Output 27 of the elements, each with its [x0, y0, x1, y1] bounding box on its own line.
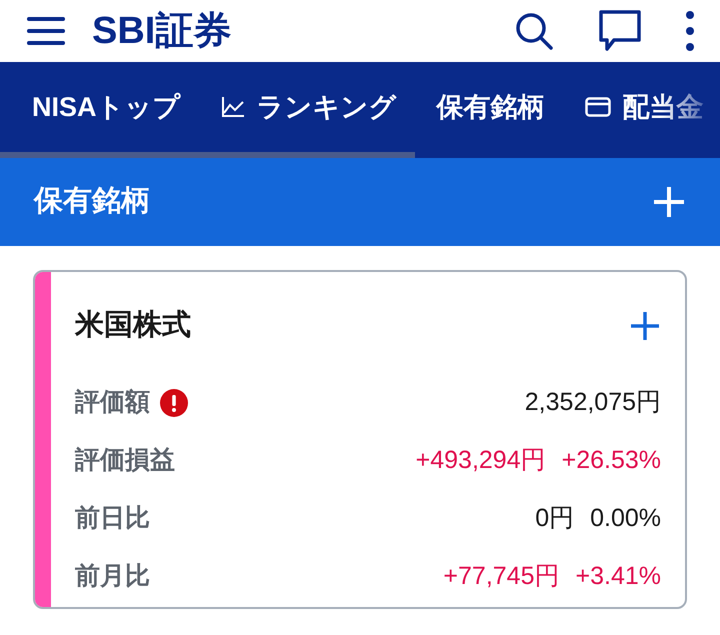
row-value: +26.53%: [562, 444, 661, 476]
row-value: +493,294円: [416, 444, 546, 476]
warning-icon[interactable]: [160, 388, 188, 416]
section-title: 保有銘柄: [34, 184, 150, 220]
nav-tab[interactable]: 保有銘柄: [436, 86, 545, 128]
nav-tab[interactable]: NISAトップ: [32, 86, 181, 128]
row-value: 0.00%: [590, 502, 661, 534]
chat-icon[interactable]: [598, 9, 642, 53]
nav-tab[interactable]: ランキング: [220, 86, 397, 128]
row-label: 前月比: [75, 560, 150, 592]
logo: SBI証券: [92, 12, 232, 50]
nav-tab[interactable]: 配当金: [584, 86, 704, 128]
row-value: 0円: [535, 502, 574, 534]
search-icon[interactable]: [514, 11, 554, 51]
row-label: 前日比: [75, 502, 150, 534]
row-value: +77,745円: [443, 560, 560, 592]
more-icon[interactable]: [686, 11, 694, 51]
chart-icon: [220, 96, 245, 118]
card-title: 米国株式: [75, 308, 191, 343]
menu-icon[interactable]: [26, 15, 66, 47]
add-icon[interactable]: [652, 185, 686, 219]
row-value: 2,352,075円: [524, 386, 661, 418]
row-label: 評価損益: [75, 444, 175, 476]
row-value: +3.41%: [576, 560, 661, 592]
row-label: 評価額: [75, 386, 150, 418]
card-icon: [584, 97, 611, 117]
add-icon[interactable]: [629, 310, 661, 342]
